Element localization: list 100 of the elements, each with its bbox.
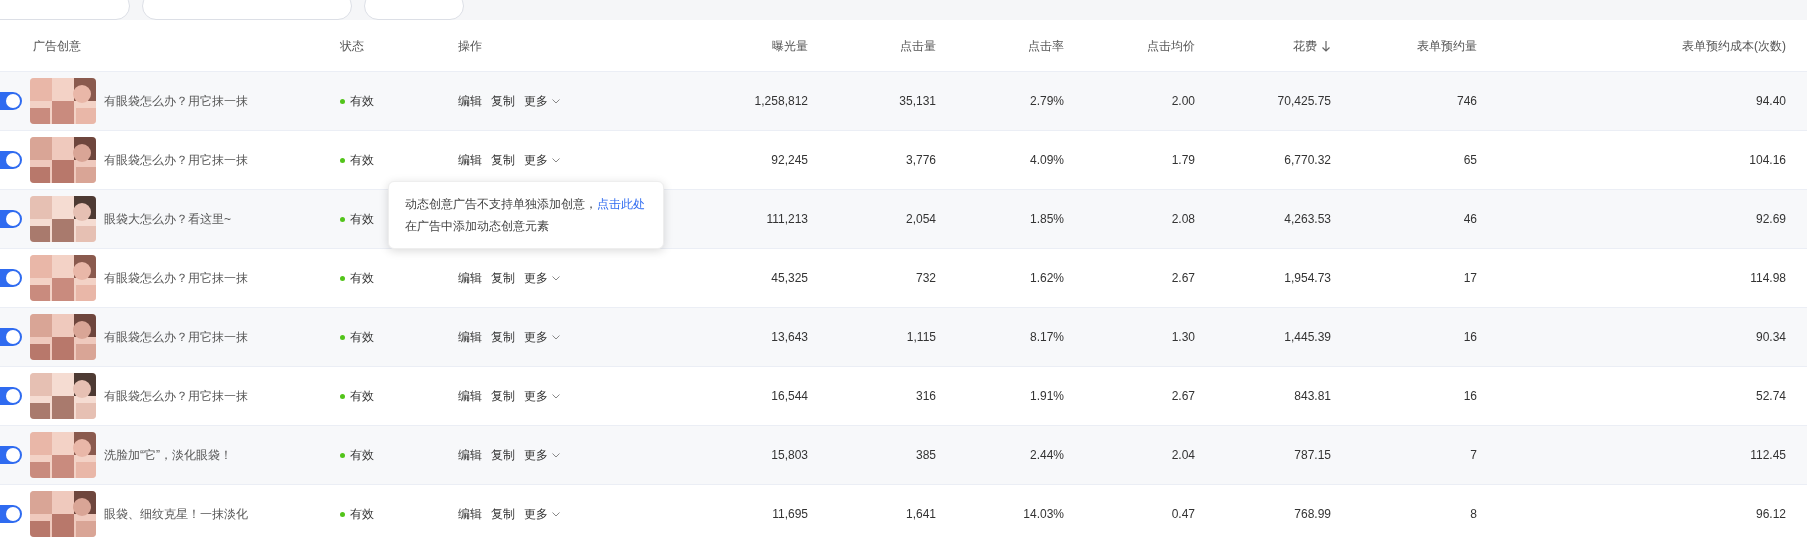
more-dropdown[interactable]: 更多: [524, 151, 560, 169]
chevron-down-icon[interactable]: [552, 334, 560, 340]
column-header[interactable]: 广告创意: [33, 36, 81, 55]
chevron-down-icon[interactable]: [552, 393, 560, 399]
chevron-down-icon[interactable]: [552, 157, 560, 163]
table-cell: 8: [1470, 507, 1477, 521]
table-cell: 1.79: [1171, 153, 1195, 167]
column-header[interactable]: 点击量: [900, 36, 936, 55]
column-header[interactable]: 花费: [1293, 36, 1317, 55]
status-text: 有效: [350, 329, 374, 346]
action-link[interactable]: 编辑: [458, 269, 482, 287]
creative-title: 有眼袋怎么办？用它抹一抹: [104, 270, 248, 287]
table-cell: 35,131: [899, 94, 936, 108]
more-dropdown[interactable]: 更多: [524, 92, 560, 110]
sort-down-icon[interactable]: [1321, 39, 1331, 52]
table-cell: 92.69: [1755, 212, 1786, 226]
action-link[interactable]: 编辑: [458, 151, 482, 169]
creative-title: 有眼袋怎么办？用它抹一抹: [104, 152, 248, 169]
table-cell: 17: [1463, 271, 1477, 285]
table-cell: 385: [915, 448, 936, 462]
status-text: 有效: [350, 447, 374, 464]
creative-title: 眼袋、细纹克星！一抹淡化: [104, 506, 248, 523]
action-link[interactable]: 复制: [491, 446, 515, 464]
action-link[interactable]: 复制: [491, 387, 515, 405]
column-header[interactable]: 点击率: [1028, 36, 1064, 55]
table-cell: 90.34: [1755, 330, 1786, 344]
status-text: 有效: [350, 152, 374, 169]
table-cell: 96.12: [1755, 507, 1786, 521]
table-cell: 1,115: [906, 330, 936, 344]
table-cell: 843.81: [1294, 389, 1331, 403]
table-cell: 13,643: [771, 330, 808, 344]
column-header[interactable]: 操作: [458, 36, 482, 55]
more-dropdown[interactable]: 更多: [524, 387, 560, 405]
creative-title: 有眼袋怎么办？用它抹一抹: [104, 388, 248, 405]
column-header[interactable]: 表单预约量: [1417, 36, 1477, 55]
table-cell: 1.91%: [1029, 389, 1064, 403]
table-cell: 16,544: [771, 389, 808, 403]
table-cell: 2.04: [1171, 448, 1195, 462]
tooltip-text: 动态创意广告不支持单独添加创意，点击此处 在广告中添加动态创意元素: [405, 197, 645, 233]
table-cell: 7: [1470, 448, 1477, 462]
table-cell: 3,776: [905, 153, 936, 167]
table-cell: 2.08: [1171, 212, 1195, 226]
chevron-down-icon[interactable]: [552, 511, 560, 517]
creative-title: 有眼袋怎么办？用它抹一抹: [104, 329, 248, 346]
action-link[interactable]: 编辑: [458, 328, 482, 346]
table-cell: 1,258,812: [754, 94, 808, 108]
action-link[interactable]: 编辑: [458, 446, 482, 464]
table-cell: 8.17%: [1029, 330, 1064, 344]
action-link[interactable]: 编辑: [458, 387, 482, 405]
more-dropdown[interactable]: 更多: [524, 269, 560, 287]
status-text: 有效: [350, 388, 374, 405]
table-cell: 316: [915, 389, 936, 403]
table-cell: 6,770.32: [1284, 153, 1331, 167]
table-cell: 70,425.75: [1277, 94, 1331, 108]
status-text: 有效: [350, 211, 374, 228]
action-link[interactable]: 复制: [491, 92, 515, 110]
table-cell: 787.15: [1294, 448, 1331, 462]
table-cell: 4.09%: [1029, 153, 1064, 167]
table-cell: 1,641: [905, 507, 936, 521]
more-dropdown[interactable]: 更多: [524, 505, 560, 523]
table-cell: 16: [1463, 330, 1477, 344]
more-dropdown[interactable]: 更多: [524, 446, 560, 464]
creative-title: 眼袋大怎么办？看这里~: [104, 211, 231, 228]
table-cell: 16: [1463, 389, 1477, 403]
table-cell: 1.62%: [1029, 271, 1064, 285]
table-cell: 0.47: [1171, 507, 1195, 521]
chevron-down-icon[interactable]: [552, 98, 560, 104]
chevron-down-icon[interactable]: [552, 452, 560, 458]
table-cell: 52.74: [1755, 389, 1786, 403]
table-cell: 46: [1463, 212, 1477, 226]
action-link[interactable]: 编辑: [458, 92, 482, 110]
table-cell: 2.67: [1171, 389, 1195, 403]
table-cell: 746: [1456, 94, 1477, 108]
table-cell: 112.45: [1750, 448, 1786, 462]
table-cell: 4,263.53: [1284, 212, 1331, 226]
chevron-down-icon[interactable]: [552, 275, 560, 281]
more-dropdown[interactable]: 更多: [524, 328, 560, 346]
column-header[interactable]: 状态: [340, 36, 364, 55]
table-cell: 92,245: [771, 153, 808, 167]
table-cell: 114.98: [1750, 271, 1786, 285]
table-cell: 1.85%: [1029, 212, 1064, 226]
table-cell: 111,213: [766, 212, 808, 226]
column-header[interactable]: 曝光量: [772, 36, 808, 55]
table-cell: 2,054: [905, 212, 936, 226]
table-cell: 732: [915, 271, 936, 285]
add-link[interactable]: 点击此处: [597, 197, 645, 211]
table-cell: 94.40: [1755, 94, 1786, 108]
status-text: 有效: [350, 506, 374, 523]
table-cell: 768.99: [1294, 507, 1331, 521]
action-link[interactable]: 编辑: [458, 505, 482, 523]
action-link[interactable]: 复制: [491, 328, 515, 346]
action-link[interactable]: 复制: [491, 269, 515, 287]
table-cell: 104.16: [1749, 153, 1786, 167]
column-header[interactable]: 点击均价: [1147, 36, 1195, 55]
column-header[interactable]: 表单预约成本(次数): [1682, 36, 1786, 55]
creative-title: 洗脸加“它”，淡化眼袋！: [104, 447, 232, 464]
action-link[interactable]: 复制: [491, 505, 515, 523]
action-link[interactable]: 复制: [491, 151, 515, 169]
status-text: 有效: [350, 270, 374, 287]
table-cell: 2.79%: [1029, 94, 1064, 108]
